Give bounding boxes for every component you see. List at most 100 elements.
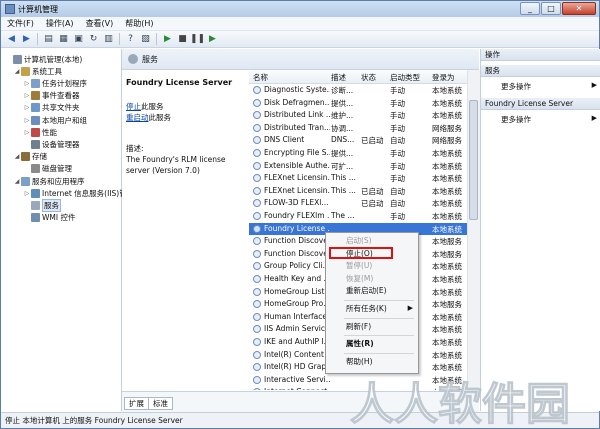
service-row[interactable]: Distributed Link ... 维护... 手动 本地系统 bbox=[249, 109, 479, 122]
expand-toggle-icon[interactable]: ◢ bbox=[13, 178, 21, 185]
tree-item[interactable]: ◢ 系统工具 bbox=[13, 65, 62, 77]
service-desc-cell: 提供... bbox=[331, 149, 354, 158]
column-description[interactable]: 描述 bbox=[331, 72, 346, 83]
tree-item[interactable]: ◢ 存储 bbox=[13, 151, 47, 163]
expand-toggle-icon[interactable]: ◢ bbox=[13, 153, 21, 160]
services-header: 服务 bbox=[122, 49, 479, 70]
show-actions-icon[interactable]: ▧ bbox=[139, 33, 152, 46]
tree-item[interactable]: 设备管理器 bbox=[23, 138, 80, 150]
scrollbar-thumb[interactable] bbox=[469, 100, 478, 220]
tree-item-label: 任务计划程序 bbox=[42, 78, 87, 88]
expand-toggle-icon[interactable]: ▷ bbox=[23, 80, 31, 87]
tree-item[interactable]: ◢ 服务和应用程序 bbox=[13, 175, 85, 187]
menu-action[interactable]: 操作(A) bbox=[40, 18, 80, 29]
service-row[interactable]: FLEXnet Licensin... This ... 已启动 自动 本地系统 bbox=[249, 185, 479, 198]
service-name-cell: Diagnostic Syste... bbox=[264, 85, 330, 94]
column-status[interactable]: 状态 bbox=[361, 72, 376, 83]
refresh-icon[interactable]: ↻ bbox=[87, 33, 100, 46]
service-row[interactable]: Foundry FLEXlm ... The ... 手动 本地系统 bbox=[249, 210, 479, 223]
show-hide-tree-icon[interactable]: ▦ bbox=[57, 33, 70, 46]
services-gear-icon bbox=[128, 54, 138, 64]
service-gear-icon bbox=[253, 338, 261, 346]
minimize-button[interactable]: _ bbox=[520, 2, 540, 15]
properties-icon[interactable]: ▥ bbox=[102, 33, 115, 46]
window-title: 计算机管理 bbox=[18, 4, 58, 14]
export-list-icon[interactable]: ▣ bbox=[72, 33, 85, 46]
service-row[interactable]: Diagnostic Syste... 诊断... 手动 本地系统 bbox=[249, 84, 479, 97]
pause-service-icon[interactable]: ❚❚ bbox=[190, 33, 205, 46]
tab-extended[interactable]: 扩展 bbox=[124, 397, 149, 410]
column-name[interactable]: 名称 bbox=[253, 72, 268, 83]
tree-item[interactable]: ▷ 任务计划程序 bbox=[23, 77, 87, 89]
tree-item[interactable]: ▷ Internet 信息服务(IIS)管 bbox=[23, 187, 127, 199]
context-menu-item[interactable]: 帮助(H) bbox=[326, 356, 418, 368]
tree-item[interactable]: 磁盘管理 bbox=[23, 163, 72, 175]
service-logon-cell: 本地系统 bbox=[432, 98, 462, 108]
context-menu-item[interactable]: 刷新(F) bbox=[326, 321, 418, 333]
toolbar: ◀ ▶ ▤ ▦ ▣ ↻ ▥ ? ▧ ▶ ■ ❚❚ ▶ bbox=[1, 31, 599, 48]
tree-item[interactable]: ▷ 性能 bbox=[23, 126, 57, 138]
forward-icon[interactable]: ▶ bbox=[20, 33, 33, 46]
tree-item[interactable]: 服务 bbox=[23, 198, 61, 212]
maximize-button[interactable]: □ bbox=[541, 2, 561, 15]
restart-service-link[interactable]: 重启动 bbox=[126, 113, 149, 122]
vertical-scrollbar[interactable] bbox=[467, 70, 480, 390]
actions-section-service[interactable]: Foundry License Server bbox=[481, 98, 600, 110]
more-actions-service[interactable]: 更多操作 bbox=[501, 114, 531, 125]
menu-file[interactable]: 文件(F) bbox=[1, 18, 40, 29]
service-row[interactable]: DNS Client DNS... 已启动 自动 网络服务 bbox=[249, 134, 479, 147]
restart-service-icon[interactable]: ▶ bbox=[206, 33, 219, 46]
actions-section-services[interactable]: 服务 bbox=[481, 65, 600, 77]
service-row[interactable]: Extensible Authe... 可扩... 手动 本地系统 bbox=[249, 160, 479, 173]
tree-item[interactable]: ▷ 本地用户和组 bbox=[23, 114, 87, 126]
service-name-cell: Health Key and ... bbox=[264, 274, 330, 283]
tab-standard[interactable]: 标准 bbox=[148, 397, 173, 410]
stop-service-icon[interactable]: ■ bbox=[176, 33, 189, 46]
column-log-on-as[interactable]: 登录为 bbox=[432, 72, 455, 83]
context-menu-item[interactable]: 恢复(M) bbox=[326, 273, 418, 285]
context-menu-item[interactable]: 所有任务(K) bbox=[326, 303, 418, 315]
close-button[interactable]: ✕ bbox=[562, 2, 596, 15]
service-gear-icon bbox=[253, 161, 261, 170]
context-menu-item[interactable]: 重新启动(E) bbox=[326, 285, 418, 297]
service-row[interactable]: FLOW-3D FLEXl... 已启动 自动 本地系统 bbox=[249, 197, 479, 210]
service-row[interactable]: Distributed Tran... 协调... 手动 网络服务 bbox=[249, 122, 479, 135]
expand-toggle-icon[interactable]: ▷ bbox=[23, 129, 31, 136]
service-name-cell: Encrypting File S... bbox=[264, 148, 330, 157]
more-actions-services[interactable]: 更多操作 bbox=[501, 81, 531, 92]
tree-item[interactable]: 计算机管理(本地) bbox=[5, 53, 82, 65]
service-row[interactable]: Encrypting File S... 提供... 手动 本地系统 bbox=[249, 147, 479, 160]
menu-view[interactable]: 查看(V) bbox=[80, 18, 120, 29]
expand-toggle-icon[interactable]: ▷ bbox=[23, 117, 31, 124]
tree-node-icon bbox=[31, 200, 40, 210]
tree-item[interactable]: ▷ 事件查看器 bbox=[23, 90, 80, 102]
service-logon-cell: 本地系统 bbox=[432, 325, 462, 335]
back-icon[interactable]: ◀ bbox=[5, 33, 18, 46]
tree-item-label: 事件查看器 bbox=[42, 91, 80, 101]
column-startup-type[interactable]: 启动类型 bbox=[390, 72, 420, 83]
tree-node-icon bbox=[21, 152, 30, 162]
service-start-cell: 自动 bbox=[390, 136, 405, 146]
service-row[interactable]: Disk Defragmen... 提供... 手动 本地系统 bbox=[249, 97, 479, 110]
tree-item[interactable]: WMI 控件 bbox=[23, 212, 75, 224]
expand-toggle-icon[interactable]: ◢ bbox=[13, 68, 21, 75]
context-menu-item[interactable]: 属性(R) bbox=[326, 338, 418, 350]
start-service-icon[interactable]: ▶ bbox=[161, 33, 174, 46]
title-bar: 计算机管理 _ □ ✕ bbox=[1, 1, 599, 17]
navigation-tree: 计算机管理(本地) ◢ 系统工具 ▷ 任务计划程序 ▷ 事件查看器 ▷ 共享文件夹 ▷ 本地用户和组… bbox=[1, 49, 127, 411]
service-logon-cell: 本地系统 bbox=[432, 275, 462, 284]
context-menu-item[interactable]: 暂停(U) bbox=[326, 260, 418, 272]
expand-toggle-icon[interactable]: ▷ bbox=[23, 92, 31, 99]
service-row[interactable]: FLEXnet Licensin... This ... 手动 本地系统 bbox=[249, 172, 479, 185]
expand-toggle-icon[interactable]: ▷ bbox=[23, 104, 31, 111]
service-gear-icon bbox=[253, 111, 261, 120]
menu-help[interactable]: 帮助(H) bbox=[119, 18, 159, 29]
up-folder-icon[interactable]: ▤ bbox=[42, 33, 55, 46]
expand-toggle-icon[interactable]: ▷ bbox=[23, 190, 31, 197]
service-status-cell: 已启动 bbox=[361, 186, 384, 196]
tree-item-label: 共享文件夹 bbox=[42, 103, 80, 113]
tree-item[interactable]: ▷ 共享文件夹 bbox=[23, 102, 80, 114]
context-menu-item[interactable]: 启动(S) bbox=[326, 235, 418, 247]
help-icon[interactable]: ? bbox=[124, 33, 137, 46]
stop-service-link[interactable]: 停止 bbox=[126, 102, 141, 111]
